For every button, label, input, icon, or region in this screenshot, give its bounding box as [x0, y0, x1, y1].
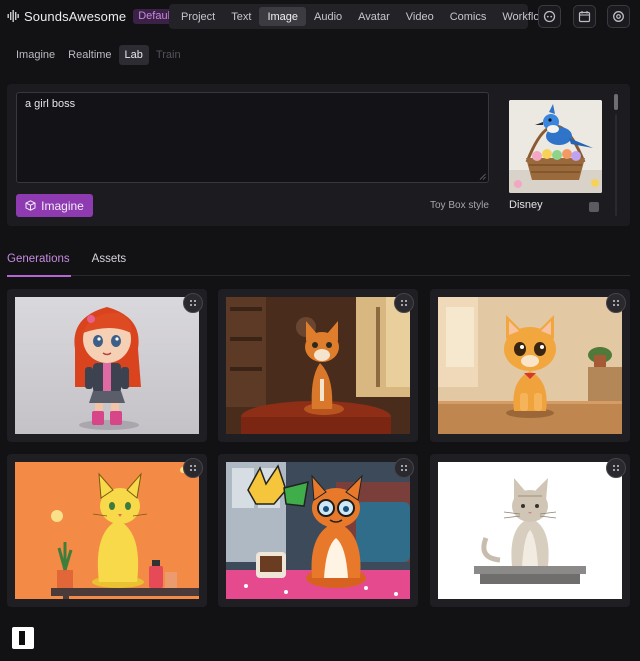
scrollbar-thumb[interactable]	[614, 94, 618, 110]
grip-dots-icon	[190, 300, 196, 306]
generated-image-orange-kitten[interactable]	[438, 297, 622, 434]
grip-dots-icon	[613, 300, 619, 306]
generation-card[interactable]	[430, 454, 630, 607]
calendar-button[interactable]	[573, 5, 596, 28]
tab-imagine[interactable]: Imagine	[10, 45, 61, 65]
blue-jay-basket-image	[509, 100, 602, 193]
grip-dots-icon	[401, 300, 407, 306]
nav-text[interactable]: Text	[223, 7, 259, 26]
card-menu-button[interactable]	[183, 458, 203, 478]
nav-project[interactable]: Project	[173, 7, 223, 26]
calendar-icon	[578, 11, 591, 23]
card-menu-button[interactable]	[606, 458, 626, 478]
prompt-panel: a girl boss Imagine Toy Box style Disney	[7, 84, 630, 226]
prompt-text: a girl boss	[25, 98, 76, 110]
settings-button[interactable]	[607, 5, 630, 28]
style-edit-icon[interactable]	[589, 202, 599, 212]
imagine-button[interactable]: Imagine	[16, 194, 93, 217]
main-nav: Project Text Image Audio Avatar Video Co…	[169, 4, 547, 29]
nav-image[interactable]: Image	[259, 7, 307, 26]
resize-grip-icon[interactable]	[479, 173, 486, 180]
settings-icon	[613, 11, 624, 22]
waveform-logo-icon	[7, 10, 19, 22]
tab-assets[interactable]: Assets	[92, 248, 127, 276]
style-thumbnail[interactable]	[509, 100, 602, 193]
dev-tools-toggle[interactable]	[12, 627, 34, 649]
generated-image-yellow-cat[interactable]	[15, 462, 199, 599]
brand[interactable]: SoundsAwesome Default	[7, 8, 179, 24]
tab-generations[interactable]: Generations	[7, 248, 71, 277]
tab-lab[interactable]: Lab	[118, 45, 149, 65]
generated-image-orange-cat-room[interactable]	[226, 297, 410, 434]
grip-dots-icon	[401, 465, 407, 471]
nav-avatar[interactable]: Avatar	[350, 7, 398, 26]
discord-icon	[543, 10, 556, 23]
tab-train: Train	[155, 49, 181, 61]
top-bar: SoundsAwesome Default Project Text Image…	[0, 0, 640, 32]
discord-button[interactable]	[538, 5, 561, 28]
nav-comics[interactable]: Comics	[442, 7, 495, 26]
generation-card[interactable]	[218, 454, 418, 607]
toggle-bar-icon	[19, 631, 25, 645]
imagine-button-label: Imagine	[41, 198, 84, 213]
nav-audio[interactable]: Audio	[306, 7, 350, 26]
card-menu-button[interactable]	[606, 293, 626, 313]
generation-card[interactable]	[218, 289, 418, 442]
style-label: Toy Box style	[430, 200, 489, 211]
nav-video[interactable]: Video	[398, 7, 442, 26]
grip-dots-icon	[190, 465, 196, 471]
scrollbar-track	[615, 114, 617, 216]
generated-image-comic-cat[interactable]	[226, 462, 410, 599]
mode-tabs: Imagine Realtime Lab Train	[10, 45, 188, 65]
generation-card[interactable]	[430, 289, 630, 442]
app-name: SoundsAwesome	[24, 8, 127, 24]
style-scrollbar[interactable]	[612, 94, 620, 216]
result-tabs: Generations Assets	[7, 248, 630, 277]
generated-image-grey-kitten[interactable]	[438, 462, 622, 599]
generation-card[interactable]	[7, 289, 207, 442]
card-menu-button[interactable]	[183, 293, 203, 313]
card-menu-button[interactable]	[394, 458, 414, 478]
cube-icon	[25, 200, 36, 211]
generation-card[interactable]	[7, 454, 207, 607]
card-menu-button[interactable]	[394, 293, 414, 313]
tab-realtime[interactable]: Realtime	[62, 45, 117, 65]
style-name: Disney	[509, 199, 543, 211]
generated-image-toy-girl[interactable]	[15, 297, 199, 434]
grip-dots-icon	[613, 465, 619, 471]
prompt-input[interactable]: a girl boss	[16, 92, 489, 183]
